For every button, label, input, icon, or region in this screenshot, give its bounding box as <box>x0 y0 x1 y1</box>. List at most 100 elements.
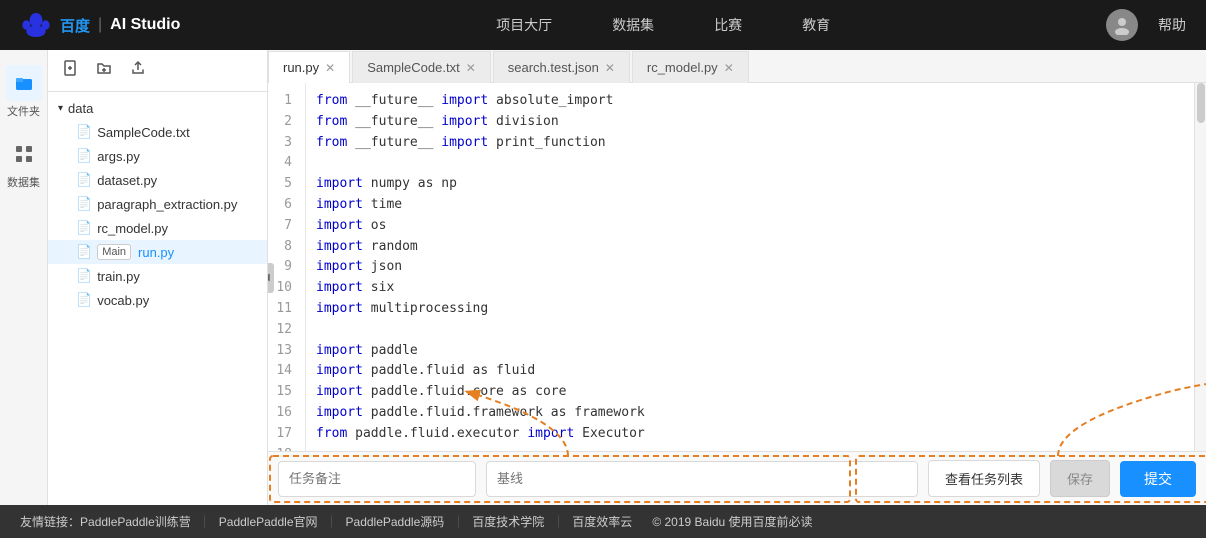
product-name: AI Studio <box>110 16 180 34</box>
tab-rc-model[interactable]: rc_model.py ✕ <box>632 51 749 83</box>
tab-close-btn[interactable]: ✕ <box>466 62 476 74</box>
logo: 百度 | AI Studio <box>20 9 180 41</box>
navbar: 百度 | AI Studio 项目大厅 数据集 比赛 教育 帮助 <box>0 0 1206 50</box>
tab-search-test[interactable]: search.test.json ✕ <box>493 51 630 83</box>
line-number: 16 <box>268 403 300 424</box>
tab-run-py[interactable]: run.py ✕ <box>268 51 350 83</box>
footer-prefix: 友情链接： <box>20 513 80 530</box>
footer: 友情链接： PaddlePaddle训练营 ｜ PaddlePaddle官网 ｜… <box>0 505 1206 538</box>
file-section: 文件夹 <box>6 65 42 121</box>
tab-samplecode[interactable]: SampleCode.txt ✕ <box>352 51 491 83</box>
line-number: 14 <box>268 361 300 382</box>
file-name: paragraph_extraction.py <box>97 197 237 212</box>
file-name: train.py <box>97 269 140 284</box>
tab-label: run.py <box>283 60 319 75</box>
editor-area: ◀ run.py ✕ SampleCode.txt ✕ search.test.… <box>268 50 1206 505</box>
submit-btn[interactable]: 提交 <box>1120 461 1196 497</box>
file-item-run[interactable]: 📄 Main run.py <box>48 240 267 264</box>
code-line: from __future__ import absolute_import <box>316 91 1184 112</box>
separator: | <box>98 16 102 34</box>
line-number: 12 <box>268 320 300 341</box>
chevron-down-icon: ▾ <box>58 103 63 114</box>
code-line: from __future__ import print_function <box>316 133 1184 154</box>
file-item-rcmodel[interactable]: 📄 rc_model.py <box>48 216 267 240</box>
footer-link-paddle-camp[interactable]: PaddlePaddle训练营 <box>80 513 191 530</box>
footer-copyright: © 2019 Baidu 使用百度前必读 <box>652 513 812 530</box>
file-item-vocab[interactable]: 📄 vocab.py <box>48 288 267 312</box>
folder-item-data[interactable]: ▾ data <box>48 97 267 120</box>
new-file-btn[interactable] <box>58 58 82 83</box>
line-number: 4 <box>268 153 300 174</box>
bottom-panel: 查看任务列表 保存 提交 <box>268 451 1206 505</box>
sidebar-icons: 文件夹 数据集 <box>0 50 48 505</box>
avatar[interactable] <box>1106 9 1138 41</box>
file-item-paragraph[interactable]: 📄 paragraph_extraction.py <box>48 192 267 216</box>
task-note-input[interactable] <box>278 461 476 497</box>
code-editor[interactable]: 123456789101112131415161718192021222324 … <box>268 83 1206 451</box>
footer-link-paddle-official[interactable]: PaddlePaddle官网 <box>219 513 318 530</box>
nav-item-competition[interactable]: 比赛 <box>714 15 742 35</box>
code-line: import paddle.fluid as fluid <box>316 361 1184 382</box>
file-icon: 📄 <box>76 148 92 164</box>
line-number: 5 <box>268 174 300 195</box>
tab-label: rc_model.py <box>647 60 718 75</box>
file-name: args.py <box>97 149 140 164</box>
footer-link-paddle-source[interactable]: PaddlePaddle源码 <box>346 513 445 530</box>
navbar-right: 帮助 <box>1106 9 1186 41</box>
code-line: import six <box>316 278 1184 299</box>
file-icon: 📄 <box>76 172 92 188</box>
code-line: import json <box>316 257 1184 278</box>
file-name: vocab.py <box>97 293 149 308</box>
baidu-logo-icon <box>20 9 52 41</box>
editor-tabs: run.py ✕ SampleCode.txt ✕ search.test.js… <box>268 50 1206 83</box>
tab-close-btn[interactable]: ✕ <box>605 62 615 74</box>
nav-item-dataset[interactable]: 数据集 <box>612 15 654 35</box>
line-number: 8 <box>268 237 300 258</box>
file-label: 文件夹 <box>7 101 40 121</box>
code-line <box>316 320 1184 341</box>
view-tasks-btn[interactable]: 查看任务列表 <box>928 460 1040 497</box>
line-number: 7 <box>268 216 300 237</box>
code-content[interactable]: from __future__ import absolute_importfr… <box>306 83 1194 451</box>
footer-link-baidu-academy[interactable]: 百度技术学院 <box>472 513 544 530</box>
line-number: 17 <box>268 424 300 445</box>
file-name: SampleCode.txt <box>97 125 190 140</box>
file-icon: 📄 <box>76 196 92 212</box>
code-line: import os <box>316 216 1184 237</box>
file-item-dataset[interactable]: 📄 dataset.py <box>48 168 267 192</box>
folder-icon <box>14 73 34 93</box>
scrollbar[interactable] <box>1194 83 1206 451</box>
file-tree-toolbar <box>48 50 267 92</box>
baseline-input[interactable] <box>486 461 918 497</box>
file-icon: 📄 <box>76 244 92 260</box>
nav-item-education[interactable]: 教育 <box>802 15 830 35</box>
new-folder-btn[interactable] <box>92 58 116 83</box>
code-line: import numpy as np <box>316 174 1184 195</box>
line-number: 2 <box>268 112 300 133</box>
save-btn[interactable]: 保存 <box>1050 460 1110 497</box>
file-icon: 📄 <box>76 268 92 284</box>
code-line: from paddle.fluid.executor import Execut… <box>316 424 1184 445</box>
upload-btn[interactable] <box>126 58 150 83</box>
file-icon: 📄 <box>76 124 92 140</box>
scrollbar-thumb[interactable] <box>1197 83 1205 123</box>
dataset-icon-btn[interactable] <box>6 136 42 172</box>
file-item-train[interactable]: 📄 train.py <box>48 264 267 288</box>
nav-item-project[interactable]: 项目大厅 <box>496 15 552 35</box>
file-icon-btn[interactable] <box>6 65 42 101</box>
code-line: import paddle <box>316 341 1184 362</box>
tab-close-btn[interactable]: ✕ <box>325 62 335 74</box>
file-icon: 📄 <box>76 220 92 236</box>
main-badge: Main <box>97 244 131 260</box>
collapse-panel-btn[interactable]: ◀ <box>268 263 274 293</box>
file-name-run: run.py <box>138 245 174 260</box>
tab-close-btn[interactable]: ✕ <box>724 62 734 74</box>
file-icon: 📄 <box>76 292 92 308</box>
file-name: rc_model.py <box>97 221 168 236</box>
help-link[interactable]: 帮助 <box>1158 15 1186 35</box>
file-item-args[interactable]: 📄 args.py <box>48 144 267 168</box>
footer-link-baidu-efficiency[interactable]: 百度效率云 <box>572 513 632 530</box>
code-line: import paddle.fluid.framework as framewo… <box>316 403 1184 424</box>
main-content: 文件夹 数据集 <box>0 50 1206 505</box>
file-item-samplecode[interactable]: 📄 SampleCode.txt <box>48 120 267 144</box>
